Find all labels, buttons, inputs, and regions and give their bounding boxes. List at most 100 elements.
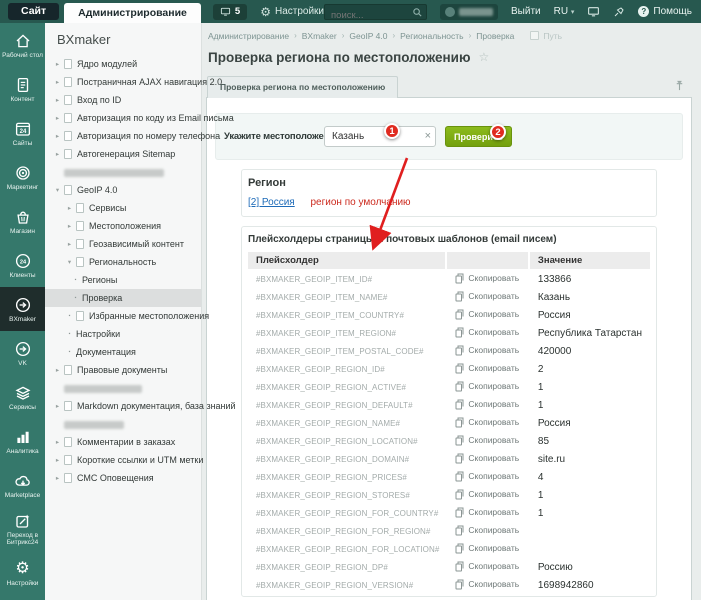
rail-item-clients[interactable]: 24 Клиенты — [0, 243, 45, 287]
tree-toggle-icon[interactable]: ▸ — [53, 60, 62, 68]
copy-button[interactable]: Скопировать — [455, 435, 521, 446]
sidebar-item-geoip[interactable]: ▾ GeoIP 4.0 — [45, 181, 201, 199]
location-input[interactable] — [324, 126, 436, 147]
sidebar-item-regions[interactable]: ▪ Регионы — [45, 271, 201, 289]
copy-button[interactable]: Скопировать — [455, 291, 521, 302]
sidebar-item-settings[interactable]: ▪ Настройки — [45, 325, 201, 343]
copy-button[interactable]: Скопировать — [455, 309, 521, 320]
breadcrumb-link[interactable]: Администрирование — [208, 31, 289, 41]
sidebar-item-locations[interactable]: ▸ Местоположения — [45, 217, 201, 235]
tree-toggle-icon[interactable]: ▸ — [65, 204, 74, 212]
tree-toggle-icon[interactable]: ▸ — [65, 240, 74, 248]
sidebar-item-redacted-3[interactable] — [45, 415, 201, 433]
copy-button[interactable]: Скопировать — [455, 363, 521, 374]
sidebar-item-redacted-2[interactable] — [45, 379, 201, 397]
desktop-view-icon[interactable] — [587, 5, 600, 18]
sidebar-item-documentation[interactable]: ▪ Документация — [45, 343, 201, 361]
rail-item-content[interactable]: Контент — [0, 67, 45, 111]
rail-item-analytics[interactable]: Аналитика — [0, 419, 45, 463]
sidebar-item-favorites[interactable]: ▪ Избранные местоположения — [45, 307, 209, 325]
help-button[interactable]: ? Помощь — [638, 6, 692, 17]
tree-toggle-icon[interactable]: ▸ — [53, 366, 62, 374]
tree-toggle-icon[interactable]: ▾ — [65, 258, 74, 266]
logout-link[interactable]: Выйти — [511, 6, 541, 17]
sidebar-item-auth-phone[interactable]: ▸ Авторизация по номеру телефона — [45, 127, 220, 145]
check-button[interactable]: Проверить — [445, 126, 512, 147]
tree-toggle-icon[interactable]: ▸ — [53, 78, 62, 86]
tree-toggle-icon[interactable]: ▸ — [65, 222, 74, 230]
copy-button[interactable]: Скопировать — [455, 525, 521, 536]
tree-toggle-icon[interactable]: ▪ — [65, 313, 74, 319]
copy-button[interactable]: Скопировать — [455, 543, 521, 554]
tree-toggle-icon[interactable]: ▸ — [53, 474, 62, 482]
tree-toggle-icon[interactable]: ▪ — [65, 331, 74, 337]
copy-button[interactable]: Скопировать — [455, 579, 521, 590]
tree-toggle-icon[interactable]: ▸ — [53, 402, 62, 410]
sidebar-item-order-comments[interactable]: ▸ Комментарии в заказах — [45, 433, 201, 451]
pushpin-icon[interactable] — [674, 79, 685, 92]
copy-button[interactable]: Скопировать — [455, 417, 521, 428]
tab-admin[interactable]: Администрирование — [64, 3, 201, 23]
sidebar-item-check[interactable]: ▪ Проверка — [45, 289, 201, 307]
tree-toggle-icon[interactable]: ▸ — [53, 150, 62, 158]
breadcrumb-link[interactable]: Региональность — [400, 31, 463, 41]
sidebar-item-redacted-1[interactable] — [45, 163, 201, 181]
user-menu[interactable] — [439, 3, 499, 20]
tree-toggle-icon[interactable]: ▸ — [53, 96, 62, 104]
sidebar-item-login-by-id[interactable]: ▸ Вход по ID — [45, 91, 201, 109]
breadcrumb-link[interactable]: BXmaker — [302, 31, 337, 41]
tree-toggle-icon[interactable]: ▪ — [71, 277, 80, 283]
path-checkbox[interactable]: Путь — [530, 31, 562, 41]
tab-check-region[interactable]: Проверка региона по местоположению — [207, 76, 399, 98]
breadcrumb-link[interactable]: Проверка — [476, 31, 514, 41]
tab-site[interactable]: Сайт — [8, 3, 60, 20]
tree-toggle-icon[interactable]: ▪ — [65, 349, 74, 355]
notifications-button[interactable]: 5 — [212, 3, 248, 20]
sidebar-item-core[interactable]: ▸ Ядро модулей — [45, 55, 201, 73]
rail-item-settings[interactable]: ⚙ Настройки — [0, 551, 45, 595]
sidebar-item-regionality[interactable]: ▾ Региональность — [45, 253, 201, 271]
rail-item-marketing[interactable]: Маркетинг — [0, 155, 45, 199]
sidebar-item-services[interactable]: ▸ Сервисы — [45, 199, 201, 217]
copy-button[interactable]: Скопировать — [455, 507, 521, 518]
copy-button[interactable]: Скопировать — [455, 327, 521, 338]
breadcrumb-link[interactable]: GeoIP 4.0 — [349, 31, 387, 41]
rail-item-desktop[interactable]: Рабочий стол — [0, 23, 45, 67]
clear-input-icon[interactable]: × — [425, 129, 431, 143]
tree-toggle-icon[interactable]: ▸ — [53, 132, 62, 140]
sidebar-item-ajax-nav[interactable]: ▸ Постраничная AJAX навигация 2.0 — [45, 73, 222, 91]
settings-menu-button[interactable]: ⚙ Настройки — [260, 6, 324, 18]
copy-button[interactable]: Скопировать — [455, 345, 521, 356]
copy-button[interactable]: Скопировать — [455, 471, 521, 482]
rail-item-shop[interactable]: Магазин — [0, 199, 45, 243]
copy-button[interactable]: Скопировать — [455, 381, 521, 392]
sidebar-item-sms[interactable]: ▸ СМС Оповещения — [45, 469, 201, 487]
sidebar-item-auth-email[interactable]: ▸ Авторизация по коду из Email письма — [45, 109, 234, 127]
favorite-star-icon[interactable]: ☆ — [479, 50, 490, 64]
search-input[interactable] — [325, 8, 426, 22]
sidebar-item-geo-content[interactable]: ▸ Геозависимый контент — [45, 235, 201, 253]
tree-toggle-icon[interactable]: ▸ — [53, 438, 62, 446]
sidebar-item-markdown[interactable]: ▸ Markdown документация, база знаний — [45, 397, 236, 415]
copy-button[interactable]: Скопировать — [455, 399, 521, 410]
copy-button[interactable]: Скопировать — [455, 273, 521, 284]
language-selector[interactable]: RU ▾ — [554, 6, 575, 17]
copy-button[interactable]: Скопировать — [455, 489, 521, 500]
rail-item-services[interactable]: Сервисы — [0, 375, 45, 419]
rail-item-vk[interactable]: VK — [0, 331, 45, 375]
tree-toggle-icon[interactable]: ▸ — [53, 456, 62, 464]
copy-button[interactable]: Скопировать — [455, 561, 521, 572]
tree-toggle-icon[interactable]: ▾ — [53, 186, 62, 194]
rail-item-bxmaker[interactable]: BXmaker — [0, 287, 45, 331]
copy-button[interactable]: Скопировать — [455, 453, 521, 464]
pin-panel-icon[interactable] — [613, 6, 625, 18]
tree-toggle-icon[interactable]: ▪ — [71, 295, 80, 301]
rail-item-bitrix24[interactable]: Переход в Битрикс24 — [0, 507, 45, 551]
sidebar-item-sitemap[interactable]: ▸ Автогенерация Sitemap — [45, 145, 201, 163]
rail-item-marketplace[interactable]: Marketplace — [0, 463, 45, 507]
region-link[interactable]: [2] Россия — [248, 197, 295, 208]
rail-item-sites[interactable]: 24 Сайты — [0, 111, 45, 155]
tree-toggle-icon[interactable]: ▸ — [53, 114, 62, 122]
sidebar-item-short-links[interactable]: ▸ Короткие ссылки и UTM метки — [45, 451, 203, 469]
sidebar-item-legal[interactable]: ▸ Правовые документы — [45, 361, 201, 379]
